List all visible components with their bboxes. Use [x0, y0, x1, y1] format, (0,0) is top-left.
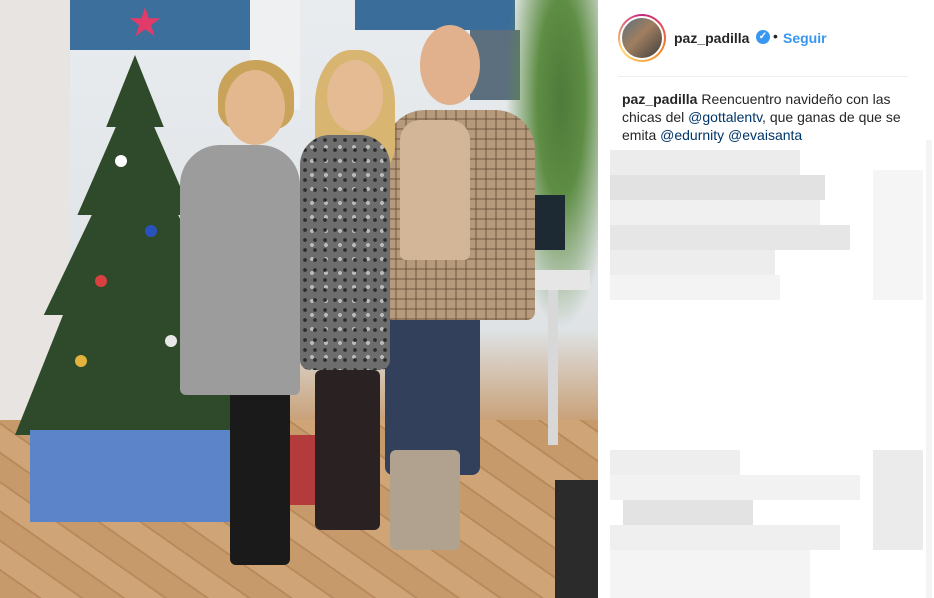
- ornament: [145, 225, 157, 237]
- scrollbar[interactable]: [926, 140, 932, 598]
- mention-link[interactable]: @edurnity: [660, 127, 724, 143]
- blurred-comment: [610, 475, 860, 500]
- planter-box: [555, 480, 598, 598]
- blurred-comment: [610, 175, 825, 200]
- ornament: [95, 275, 107, 287]
- blurred-comment: [623, 500, 753, 525]
- gift-box-blue: [30, 430, 235, 522]
- divider: [618, 76, 908, 77]
- face: [420, 25, 480, 105]
- ceiling-panel-2: [355, 0, 515, 30]
- avatar[interactable]: [618, 14, 666, 62]
- boots: [390, 450, 460, 550]
- follow-button[interactable]: Seguir: [783, 30, 827, 46]
- post-photo[interactable]: ★: [0, 0, 598, 598]
- mention-link[interactable]: @evaisanta: [728, 127, 802, 143]
- blurred-comment: [873, 170, 923, 300]
- tights: [315, 370, 380, 530]
- ornament: [115, 155, 127, 167]
- blurred-comment: [610, 450, 740, 475]
- star-icon: ★: [127, 1, 163, 45]
- post-header: paz_padilla ✓ • Seguir: [598, 0, 934, 76]
- separator-dot: •: [773, 28, 778, 44]
- face: [327, 60, 383, 132]
- mention-link[interactable]: @gottalentv: [688, 109, 762, 125]
- face: [225, 70, 285, 145]
- beige-top: [400, 120, 470, 260]
- ornament: [75, 355, 87, 367]
- blurred-comment: [610, 150, 800, 175]
- leopard-dress: [300, 135, 390, 370]
- blurred-comment: [610, 225, 850, 250]
- black-trousers: [230, 390, 290, 565]
- post-caption: paz_padilla Reencuentro navideño con las…: [622, 90, 912, 144]
- verified-badge-icon: ✓: [756, 30, 770, 44]
- grey-cardigan: [180, 145, 300, 395]
- blurred-comment: [610, 525, 840, 550]
- avatar-image: [620, 16, 664, 60]
- ornament: [165, 335, 177, 347]
- username-link[interactable]: paz_padilla: [674, 30, 749, 46]
- desk-leg: [548, 290, 558, 445]
- blurred-comment: [610, 275, 780, 300]
- blurred-comment: [610, 250, 775, 275]
- blurred-comment: [873, 450, 923, 550]
- blurred-comment: [610, 550, 810, 598]
- blurred-comment: [610, 200, 820, 225]
- post-sidebar: paz_padilla ✓ • Seguir paz_padilla Reenc…: [598, 0, 934, 598]
- caption-username[interactable]: paz_padilla: [622, 91, 697, 107]
